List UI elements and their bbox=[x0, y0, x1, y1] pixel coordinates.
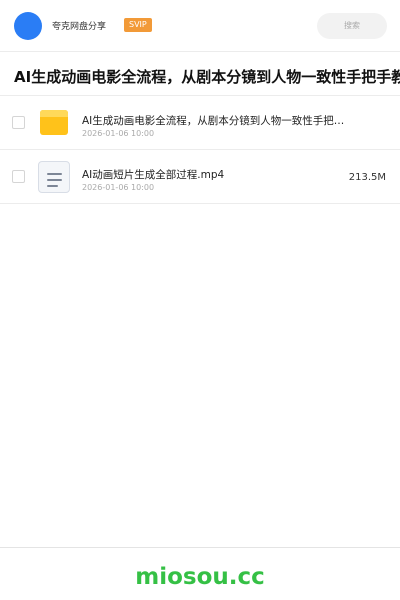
title-bar: AI生成动画电影全流程，从剧本分镜到人物一致性手把手教 bbox=[0, 52, 400, 96]
user-name: 夸克网盘分享 bbox=[52, 22, 107, 32]
file-date: 2026-01-06 10:00 bbox=[82, 129, 155, 138]
header: 夸克网盘分享 SVIP 搜索 bbox=[0, 0, 400, 52]
file-list: AI生成动画电影全流程，从剧本分镜到人物一致性手把… 2026-01-06 10… bbox=[0, 96, 400, 204]
footer: miosou.cc bbox=[0, 547, 400, 600]
file-row-folder[interactable]: AI生成动画电影全流程，从剧本分镜到人物一致性手把… 2026-01-06 10… bbox=[0, 96, 400, 150]
user-avatar[interactable] bbox=[14, 12, 42, 40]
file-name: AI动画短片生成全部过程.mp4 bbox=[82, 169, 225, 181]
row-checkbox[interactable] bbox=[12, 116, 25, 129]
search-button[interactable]: 搜索 bbox=[317, 13, 387, 39]
file-size: 213.5M bbox=[348, 172, 386, 183]
svip-badge: SVIP bbox=[124, 18, 152, 32]
share-page: 夸克网盘分享 SVIP 搜索 AI生成动画电影全流程，从剧本分镜到人物一致性手把… bbox=[0, 0, 400, 600]
row-checkbox[interactable] bbox=[12, 170, 25, 183]
document-icon bbox=[38, 161, 70, 193]
file-name: AI生成动画电影全流程，从剧本分镜到人物一致性手把… bbox=[82, 115, 345, 127]
folder-icon bbox=[38, 107, 70, 139]
file-row-video[interactable]: AI动画短片生成全部过程.mp4 2026-01-06 10:00 213.5M bbox=[0, 150, 400, 204]
site-brand[interactable]: miosou.cc bbox=[0, 564, 400, 590]
share-title: AI生成动画电影全流程，从剧本分镜到人物一致性手把手教 bbox=[14, 68, 400, 86]
file-date: 2026-01-06 10:00 bbox=[82, 183, 155, 192]
